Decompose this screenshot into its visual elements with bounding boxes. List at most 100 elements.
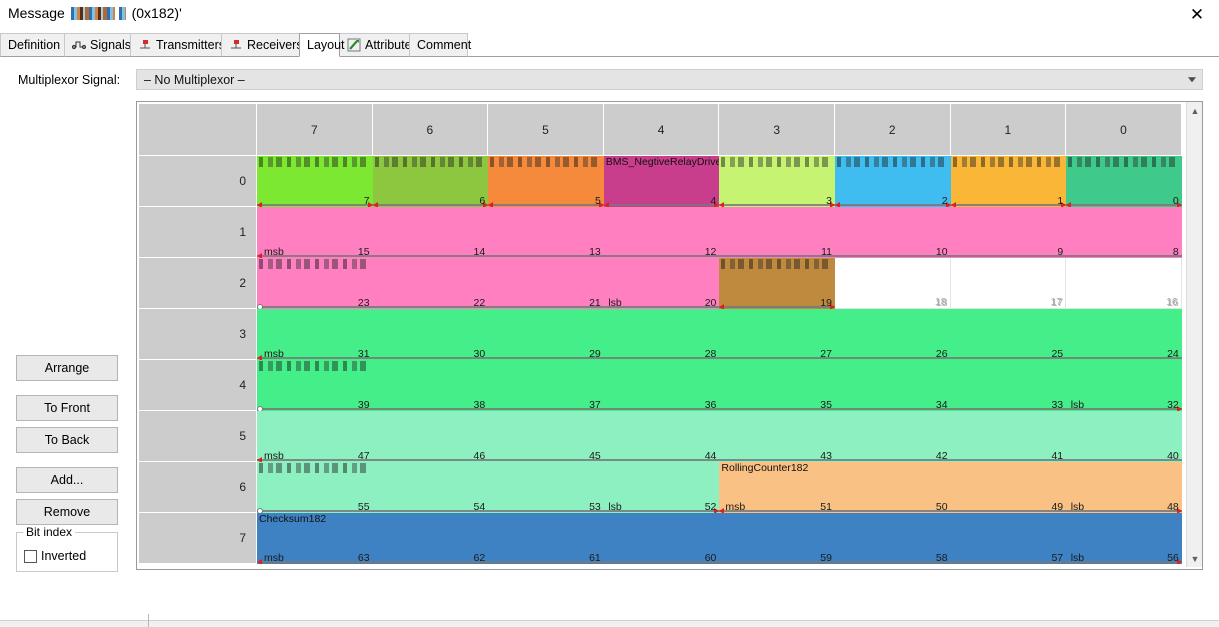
bit-cell-16[interactable]: 16	[1066, 258, 1182, 309]
multiplexor-select[interactable]: – No Multiplexor –	[136, 69, 1203, 90]
signal-block[interactable]: RollingCounter182	[719, 462, 1182, 513]
signal-extent-bar	[257, 357, 1182, 359]
tab-definition[interactable]: Definition	[0, 33, 65, 57]
tab-attributes[interactable]: Attributes	[339, 33, 418, 57]
signal-block[interactable]	[719, 258, 835, 309]
signal-block[interactable]	[257, 309, 1182, 360]
grid-column-header-2[interactable]: 2	[834, 104, 951, 156]
bit-number-label: 16	[1166, 296, 1178, 308]
button-label: To Front	[44, 401, 90, 415]
grid-column-header-6[interactable]: 6	[372, 104, 489, 156]
remove-button[interactable]: Remove	[16, 499, 118, 525]
tab-signals[interactable]: Signals	[64, 33, 131, 57]
footer-strip	[0, 620, 1219, 627]
grid-row-header-5[interactable]: 5	[139, 411, 257, 462]
signals-icon	[71, 38, 87, 52]
grid-column-header-4[interactable]: 4	[603, 104, 720, 156]
signal-block[interactable]	[719, 156, 835, 207]
grid-column-header-1[interactable]: 1	[950, 104, 1067, 156]
signal-name-label: RollingCounter182	[721, 462, 809, 474]
signal-name-label: Checksum182	[259, 513, 327, 525]
grid-row-header-7[interactable]: 7	[139, 513, 257, 564]
signal-name-label	[952, 157, 1061, 167]
close-icon[interactable]: ✕	[1175, 0, 1219, 30]
grid-column-header-3[interactable]: 3	[719, 104, 835, 156]
grid-row: 5 47464544434241404746454443424140msb	[139, 411, 1182, 462]
signal-handle-left[interactable]	[257, 559, 262, 564]
msb-label: msb	[264, 450, 284, 462]
signal-extent-bar	[603, 204, 720, 206]
grid-row-header-0[interactable]: 0	[139, 156, 257, 207]
signal-block[interactable]: BMS_NegtiveRelayDriverState	[603, 156, 720, 207]
signal-name-label	[259, 157, 367, 167]
signal-block[interactable]	[488, 156, 604, 207]
bit-cell-17[interactable]: 17	[950, 258, 1067, 309]
signal-handle-right[interactable]	[1177, 559, 1182, 564]
row-header-label: 5	[239, 429, 246, 443]
tab-layout[interactable]: Layout	[299, 33, 345, 57]
signal-block[interactable]	[950, 156, 1067, 207]
add-button[interactable]: Add...	[16, 467, 118, 493]
signal-name-label	[490, 157, 599, 167]
grid-column-header-0[interactable]: 0	[1066, 104, 1182, 156]
bit-cell-18[interactable]: 18	[834, 258, 951, 309]
signal-block[interactable]	[257, 462, 720, 513]
signal-extent-bar	[1066, 204, 1182, 206]
column-header-label: 7	[310, 122, 318, 137]
signal-block[interactable]	[257, 411, 1182, 462]
grid-row: 0 76543210BMS_NegtiveRelayDriverState7654…	[139, 156, 1182, 207]
grid-column-header-7[interactable]: 7	[257, 104, 373, 156]
tab-label: Signals	[90, 38, 131, 52]
grid-row-header-4[interactable]: 4	[139, 360, 257, 411]
column-header-label: 3	[773, 122, 781, 137]
to-back-button[interactable]: To Back	[16, 427, 118, 453]
row-header-label: 7	[239, 531, 246, 545]
tab-comment[interactable]: Comment	[409, 33, 471, 57]
grid-row: 1 1514131211109815141312111098msb	[139, 207, 1182, 258]
row-header-label: 3	[239, 327, 246, 341]
signal-extent-bar	[719, 510, 1182, 512]
node-icon	[138, 38, 152, 52]
signal-name-label	[837, 157, 945, 167]
signal-block[interactable]	[257, 258, 720, 309]
grid-row-header-1[interactable]: 1	[139, 207, 257, 258]
inverted-checkbox[interactable]: Inverted	[24, 549, 86, 563]
grid-row: 7 6362616059585756Checksum182636261605958…	[139, 513, 1182, 564]
button-label: To Back	[44, 433, 90, 447]
tab-receivers[interactable]: Receivers	[221, 33, 303, 57]
tab-label: Layout	[307, 38, 345, 52]
chevron-up-icon[interactable]: ▲	[1187, 102, 1202, 119]
grid-row-header-6[interactable]: 6	[139, 462, 257, 513]
chevron-down-icon[interactable]: ▼	[1187, 550, 1202, 567]
arrange-button[interactable]: Arrange	[16, 355, 118, 381]
grid-row-header-3[interactable]: 3	[139, 309, 257, 360]
grid-row-header-2[interactable]: 2	[139, 258, 257, 309]
bit-number-label: 18	[934, 296, 947, 308]
row-header-label: 1	[239, 225, 246, 239]
grid-body: 0 76543210BMS_NegtiveRelayDriverState7654…	[139, 156, 1182, 564]
signal-extent-bar	[257, 459, 1182, 461]
node-icon	[229, 38, 243, 52]
msb-label: msb	[264, 348, 284, 360]
grid-row-cells: 393837363534333239383736353433lsb32	[257, 360, 1182, 411]
signal-block[interactable]	[835, 156, 951, 207]
signal-block[interactable]	[372, 156, 489, 207]
signal-block[interactable]: Checksum182	[257, 513, 1182, 564]
to-front-button[interactable]: To Front	[16, 395, 118, 421]
grid-column-header-5[interactable]: 5	[488, 104, 604, 156]
signal-block[interactable]	[257, 207, 1182, 258]
signal-block[interactable]	[1066, 156, 1182, 207]
redacted-title-segment-2	[118, 7, 126, 20]
signal-name-label	[259, 259, 367, 269]
button-label: Add...	[50, 473, 84, 487]
grid-row: 6 5554535251504948RollingCounter182555453…	[139, 462, 1182, 513]
signal-block[interactable]	[257, 360, 1182, 411]
chevron-down-icon	[1188, 76, 1196, 82]
grid-column-header-row: 7 6 5 4 3 2 1 0	[139, 104, 1182, 156]
signal-block[interactable]	[257, 156, 373, 207]
grid-vertical-scrollbar[interactable]: ▲ ▼	[1186, 102, 1202, 567]
signal-extent-bar	[950, 204, 1067, 206]
tab-transmitters[interactable]: Transmitters	[130, 33, 225, 57]
button-label: Remove	[43, 505, 91, 519]
bit-layout-grid[interactable]: 7 6 5 4 3 2 1 0 0 76543210BMS_NegtiveRelayDriver…	[136, 101, 1203, 570]
